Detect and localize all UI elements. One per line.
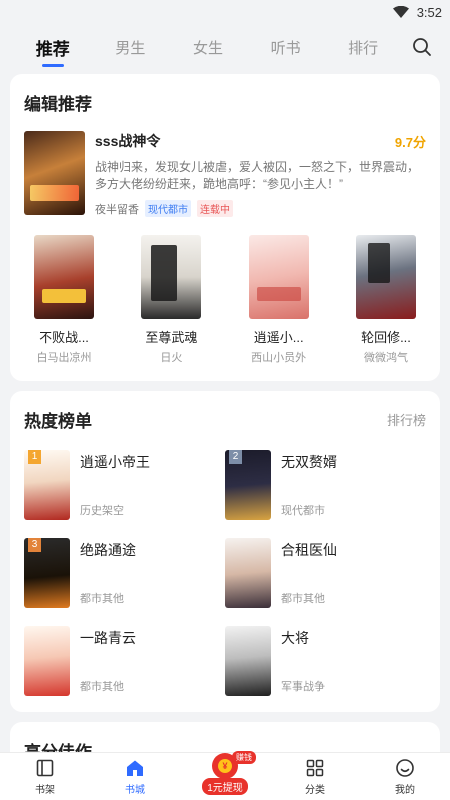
book-title[interactable]: 合租医仙 bbox=[281, 540, 337, 560]
featured-book-description: 战神归来，发现女儿被虐，爱人被囚，一怒之下，世界震动，多方大佬纷纷赶来，跪地高呼… bbox=[95, 160, 420, 191]
book-title[interactable]: 不败战... bbox=[24, 327, 104, 346]
earn-badge: 赚钱 bbox=[232, 751, 256, 764]
book-category: 都市其他 bbox=[80, 681, 124, 693]
book-title[interactable]: 逍遥小... bbox=[239, 327, 319, 346]
book-cover[interactable] bbox=[225, 626, 271, 696]
book-cover[interactable] bbox=[141, 235, 202, 319]
ranking-item[interactable]: 3 绝路通途 都市其他 bbox=[24, 538, 225, 608]
search-icon bbox=[413, 38, 431, 56]
book-cover[interactable] bbox=[225, 538, 271, 608]
tab-audiobook[interactable]: 听书 bbox=[247, 25, 325, 70]
book-title[interactable]: 一路青云 bbox=[80, 628, 136, 648]
tab-ranking[interactable]: 排行 bbox=[324, 25, 402, 70]
genre-tag: 现代都市 bbox=[145, 200, 191, 217]
hot-ranking-card: 热度榜单 排行榜 1 逍遥小帝王 历史架空 2 无双赘婿 现代都市 3 绝路通途… bbox=[10, 391, 440, 712]
ranking-item[interactable]: 合租医仙 都市其他 bbox=[225, 538, 426, 608]
tab-mine[interactable]: 我的 bbox=[360, 753, 450, 800]
book-title[interactable]: 绝路通途 bbox=[80, 540, 136, 560]
editor-picks-title: 编辑推荐 bbox=[24, 95, 92, 114]
ranking-item[interactable]: 大将 军事战争 bbox=[225, 626, 426, 696]
book-author: 白马出凉州 bbox=[36, 352, 92, 364]
rank-badge: 3 bbox=[28, 538, 41, 552]
ranking-item[interactable]: 1 逍遥小帝王 历史架空 bbox=[24, 450, 225, 520]
book-title[interactable]: 轮回修... bbox=[346, 327, 426, 346]
tab-mine-label: 我的 bbox=[395, 784, 415, 796]
status-time: 3:52 bbox=[416, 4, 442, 20]
featured-book-score: 9.7分 bbox=[394, 134, 426, 150]
ranking-more-link[interactable]: 排行榜 bbox=[387, 410, 426, 429]
tab-bookstore[interactable]: 书城 bbox=[90, 753, 180, 800]
book-cover[interactable]: 1 bbox=[24, 450, 70, 520]
book-item[interactable]: 至尊武魂 日火 bbox=[131, 235, 211, 365]
book-cover[interactable] bbox=[248, 235, 309, 319]
smile-profile-icon bbox=[396, 758, 414, 777]
ranking-item[interactable]: 2 无双赘婿 现代都市 bbox=[225, 450, 426, 520]
book-category: 都市其他 bbox=[80, 593, 124, 605]
wifi-icon bbox=[392, 6, 409, 18]
bookshelf-icon bbox=[36, 759, 54, 776]
withdraw-label: 1元提现 bbox=[202, 777, 248, 795]
featured-book-author: 夜半留香 bbox=[95, 203, 139, 216]
featured-book-title[interactable]: sss战神令 bbox=[95, 131, 160, 151]
book-cover[interactable] bbox=[355, 235, 416, 319]
book-author: 日火 bbox=[160, 352, 183, 364]
book-title[interactable]: 无双赘婿 bbox=[281, 452, 337, 472]
tab-male[interactable]: 男生 bbox=[92, 25, 170, 70]
featured-book-cover[interactable] bbox=[24, 131, 85, 215]
book-category: 军事战争 bbox=[281, 681, 325, 693]
tab-category-label: 分类 bbox=[305, 784, 325, 796]
book-author: 微微鸿气 bbox=[363, 352, 408, 364]
status-bar: 3:52 bbox=[0, 0, 450, 24]
editor-books-row: 不败战... 白马出凉州 至尊武魂 日火 逍遥小... 西山小员外 轮回修...… bbox=[24, 235, 426, 365]
tab-bookstore-label: 书城 bbox=[125, 784, 145, 796]
ranking-item[interactable]: 一路青云 都市其他 bbox=[24, 626, 225, 696]
book-title[interactable]: 大将 bbox=[281, 628, 325, 648]
book-category: 都市其他 bbox=[281, 593, 325, 605]
category-grid-icon bbox=[306, 759, 324, 776]
tab-bookshelf[interactable]: 书架 bbox=[0, 753, 90, 800]
rank-badge: 2 bbox=[229, 450, 242, 464]
home-icon bbox=[127, 760, 143, 776]
status-tag: 连载中 bbox=[197, 200, 233, 217]
rank-badge: 1 bbox=[28, 450, 41, 464]
tab-withdraw[interactable]: ¥ 1元提现 赚钱 bbox=[180, 751, 270, 800]
tab-female[interactable]: 女生 bbox=[169, 25, 247, 70]
top-nav: 推荐 男生 女生 听书 排行 bbox=[0, 24, 450, 70]
tab-bookshelf-label: 书架 bbox=[35, 784, 55, 796]
tab-category[interactable]: 分类 bbox=[270, 753, 360, 800]
book-cover[interactable] bbox=[24, 626, 70, 696]
editor-picks-card: 编辑推荐 sss战神令 9.7分 战神归来，发现女儿被虐，爱人被囚，一怒之下，世… bbox=[10, 74, 440, 381]
book-category: 历史架空 bbox=[80, 505, 124, 517]
book-title[interactable]: 逍遥小帝王 bbox=[80, 452, 150, 472]
book-title[interactable]: 至尊武魂 bbox=[131, 327, 211, 346]
search-button[interactable] bbox=[402, 37, 442, 57]
book-cover[interactable]: 2 bbox=[225, 450, 271, 520]
hot-ranking-title: 热度榜单 bbox=[24, 412, 92, 431]
book-item[interactable]: 逍遥小... 西山小员外 bbox=[239, 235, 319, 365]
tab-recommend[interactable]: 推荐 bbox=[14, 23, 92, 72]
book-category: 现代都市 bbox=[281, 505, 325, 517]
book-author: 西山小员外 bbox=[251, 352, 307, 364]
book-cover[interactable]: 3 bbox=[24, 538, 70, 608]
book-item[interactable]: 不败战... 白马出凉州 bbox=[24, 235, 104, 365]
book-item[interactable]: 轮回修... 微微鸿气 bbox=[346, 235, 426, 365]
book-cover[interactable] bbox=[34, 235, 94, 319]
bottom-tab-bar: 书架 书城 ¥ 1元提现 赚钱 分类 我的 bbox=[0, 751, 450, 800]
featured-book[interactable]: sss战神令 9.7分 战神归来，发现女儿被虐，爱人被囚，一怒之下，世界震动，多… bbox=[24, 131, 426, 217]
ranking-list: 1 逍遥小帝王 历史架空 2 无双赘婿 现代都市 3 绝路通途 都市其他 合租医… bbox=[24, 450, 426, 696]
